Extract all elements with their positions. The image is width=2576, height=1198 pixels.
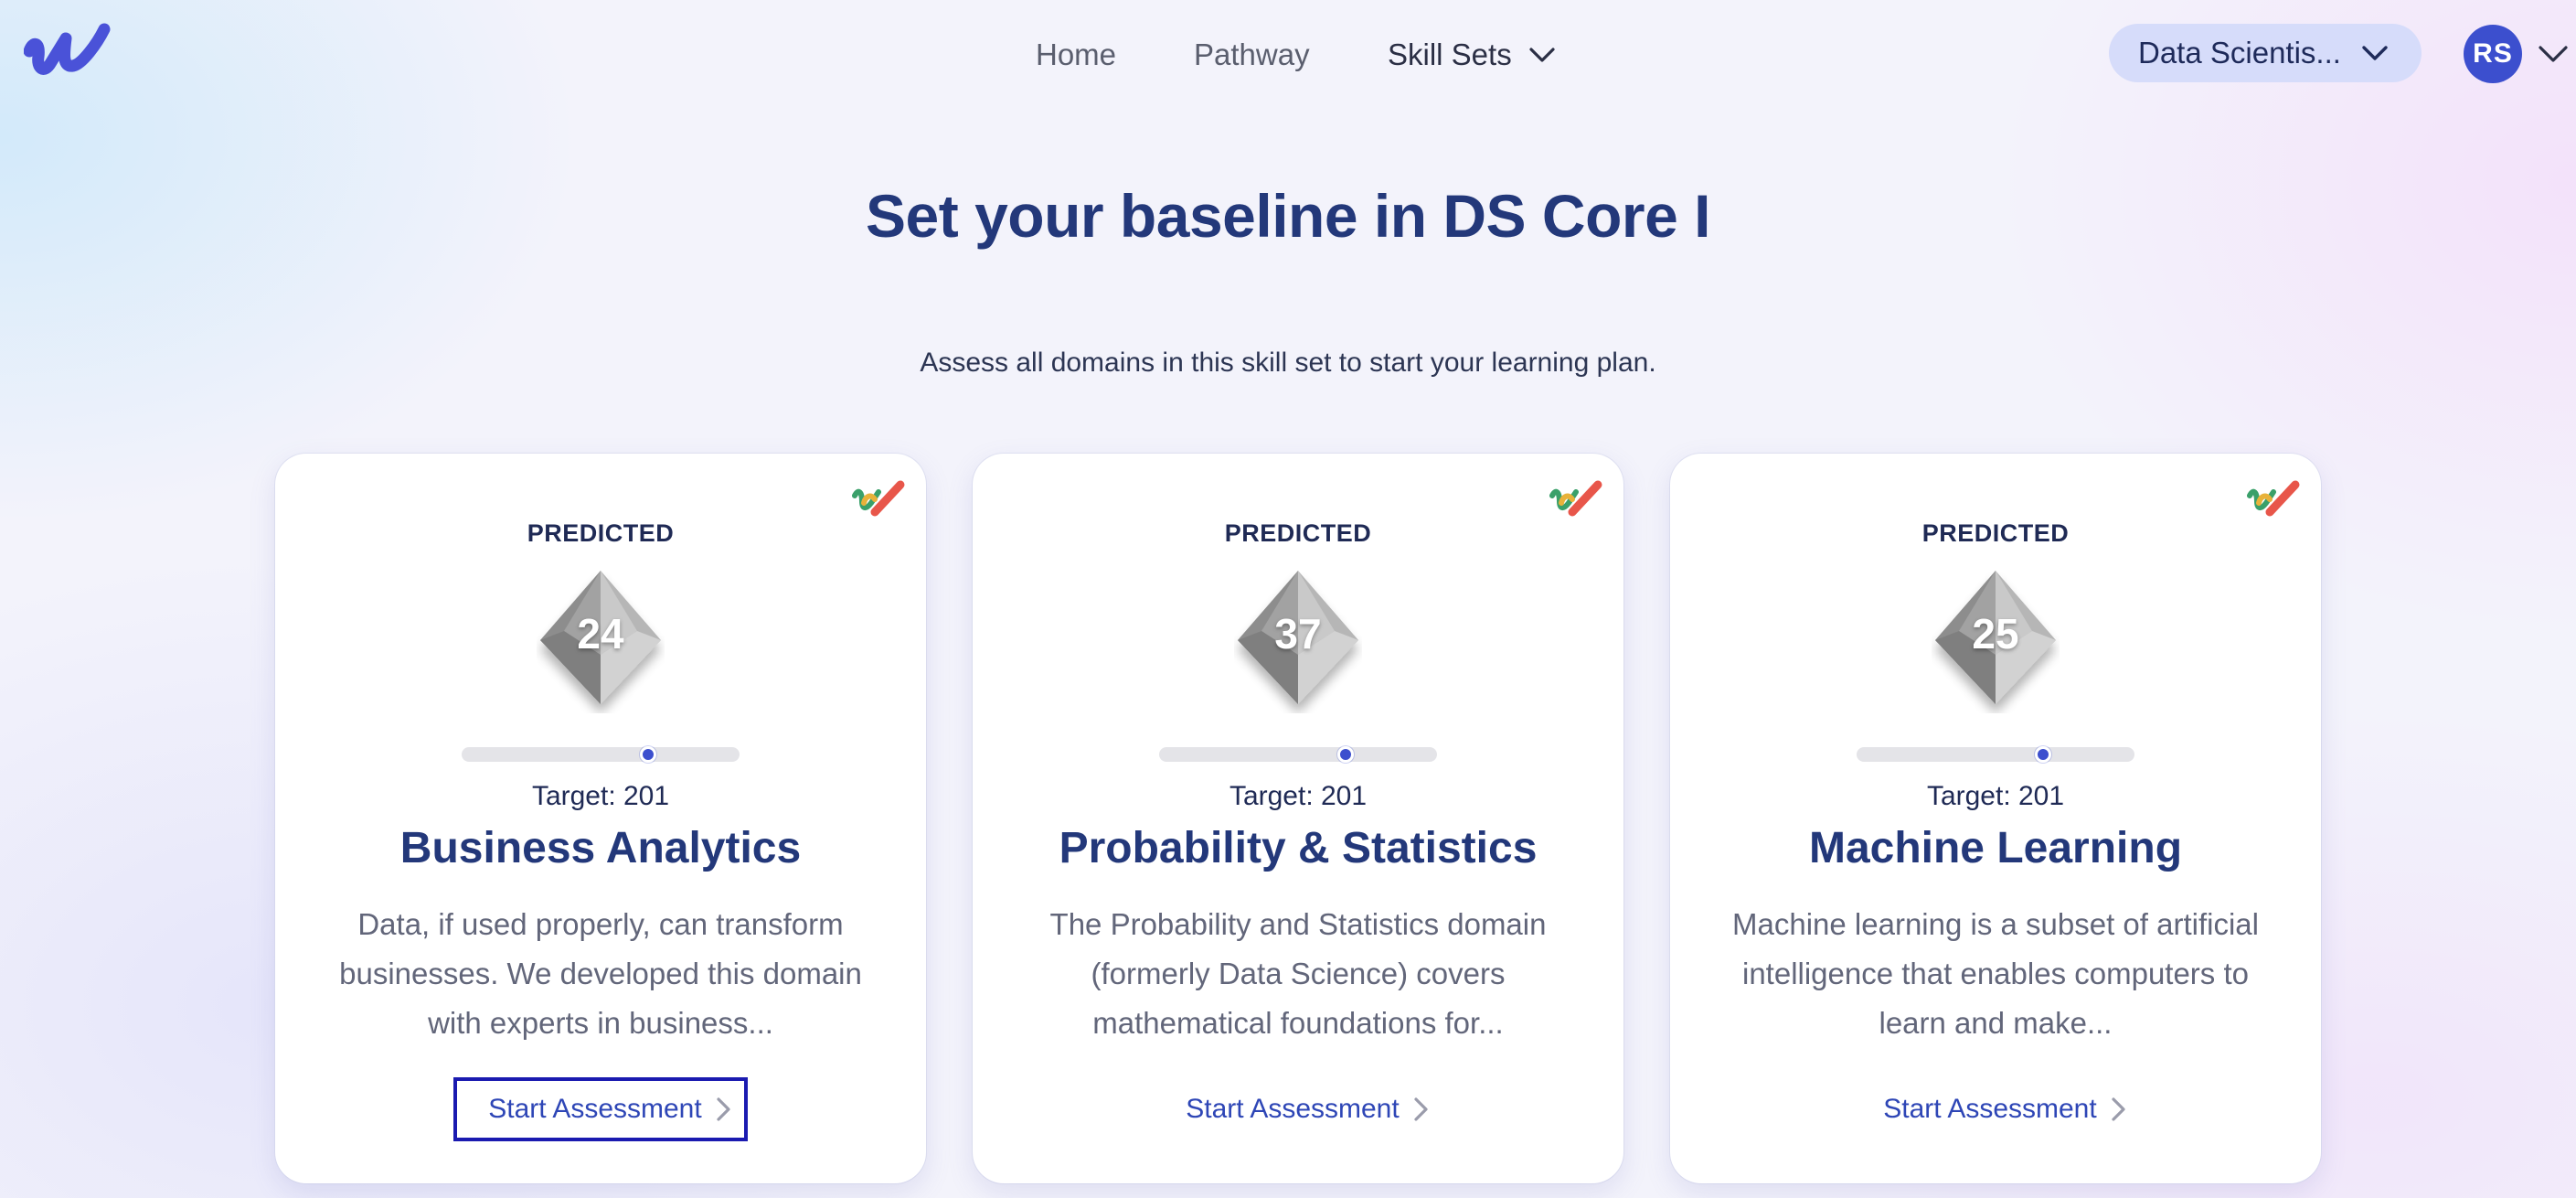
domain-title: Probability & Statistics: [1059, 824, 1538, 872]
predicted-score: 24: [577, 610, 624, 658]
page-subtitle: Assess all domains in this skill set to …: [920, 348, 1656, 378]
domain-select[interactable]: Data Scientis...: [2109, 24, 2422, 82]
progress-marker: [2034, 746, 2051, 763]
brand-mark-icon: [852, 480, 905, 517]
target-score: Target: 201: [1926, 781, 2065, 811]
progress-marker: [1336, 746, 1354, 763]
start-assessment-label: Start Assessment: [488, 1094, 702, 1124]
start-assessment-row: Start Assessment: [973, 1077, 1623, 1141]
domain-card: PREDICTED 37 Target: 201 Probability & S…: [973, 454, 1623, 1183]
progress-bar: [1159, 746, 1437, 763]
predicted-label: PREDICTED: [1921, 519, 2070, 547]
domain-description: Machine learning is a subset of artifici…: [1732, 907, 2259, 1040]
domain-title: Business Analytics: [399, 824, 802, 872]
progress-bar: [1857, 746, 2134, 763]
start-assessment-label: Start Assessment: [1186, 1094, 1400, 1124]
nav-pathway[interactable]: Pathway: [1194, 33, 1310, 77]
domain-description: The Probability and Statistics domain (f…: [1049, 907, 1547, 1040]
brand-mark-icon: [1549, 480, 1602, 517]
brand-mark-icon: [2247, 480, 2300, 517]
domain-card: PREDICTED 24 Target: 201 Business Analyt…: [275, 454, 926, 1183]
target-score: Target: 201: [531, 781, 670, 811]
nav-skill-sets[interactable]: Skill Sets: [1388, 33, 1556, 77]
start-assessment-button[interactable]: Start Assessment: [1848, 1077, 2142, 1141]
domain-select-value: Data Scientis...: [2138, 36, 2341, 70]
start-assessment-button[interactable]: Start Assessment: [453, 1077, 748, 1141]
predicted-score: 25: [1972, 610, 2019, 658]
predicted-label: PREDICTED: [527, 519, 675, 547]
page-title: Set your baseline in DS Core I: [866, 182, 1710, 250]
domain-title: Machine Learning: [1808, 824, 2183, 872]
chevron-down-icon: [2362, 46, 2388, 60]
progress-bar: [462, 746, 740, 763]
user-initials: RS: [2473, 38, 2513, 69]
chevron-right-icon: [2112, 1097, 2125, 1121]
predicted-label: PREDICTED: [1224, 519, 1372, 547]
target-score: Target: 201: [1229, 781, 1368, 811]
start-assessment-row: Start Assessment: [275, 1077, 926, 1141]
domain-description: Data, if used properly, can transform bu…: [339, 907, 862, 1040]
user-menu-chevron-icon[interactable]: [2538, 44, 2569, 64]
domain-card: PREDICTED 25 Target: 201 Machine Learnin…: [1670, 454, 2321, 1183]
predicted-score: 37: [1274, 610, 1322, 658]
start-assessment-label: Start Assessment: [1883, 1094, 2097, 1124]
start-assessment-button[interactable]: Start Assessment: [1151, 1077, 1444, 1141]
app-logo-icon[interactable]: [24, 20, 112, 84]
progress-marker: [639, 746, 656, 763]
start-assessment-row: Start Assessment: [1670, 1077, 2321, 1141]
nav-skill-sets-label: Skill Sets: [1388, 37, 1512, 71]
nav-home[interactable]: Home: [1036, 33, 1116, 77]
user-avatar[interactable]: RS: [2464, 25, 2522, 83]
chevron-down-icon: [1529, 48, 1555, 62]
chevron-right-icon: [717, 1097, 730, 1121]
chevron-right-icon: [1414, 1097, 1428, 1121]
